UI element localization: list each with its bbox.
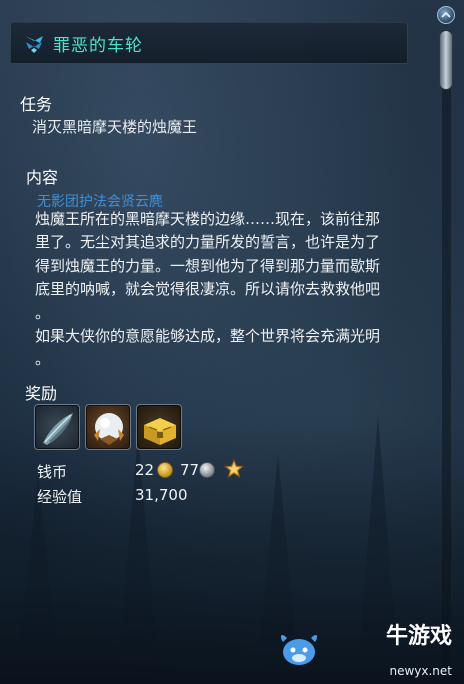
quest-description: 烛魔王所在的黑暗摩天楼的边缘……现在，该前往那 里了。无尘对其追求的力量所发的誓…: [35, 208, 430, 372]
crystal-orb-icon: [94, 413, 124, 445]
scrollbar-track[interactable]: [442, 30, 451, 670]
reward-slot-2[interactable]: [85, 404, 131, 450]
money-silver-value: 77: [180, 461, 200, 479]
task-heading: 任务: [20, 95, 53, 114]
scroll-up-button[interactable]: [437, 6, 455, 24]
quest-title: 罪恶的车轮: [53, 35, 143, 56]
exp-value: 31,700: [135, 486, 188, 504]
quest-emblem-icon: [25, 36, 43, 53]
star-icon: [224, 459, 244, 479]
money-label: 钱币: [37, 463, 68, 481]
rewards-heading: 奖励: [25, 384, 58, 403]
content-heading: 内容: [26, 168, 59, 187]
task-objective: 消灭黑暗摩天楼的烛魔王: [32, 118, 198, 136]
watermark-url: newyx.net: [389, 664, 452, 678]
money-gold-value: 22: [135, 461, 155, 479]
description-line: 里了。无尘对其追求的力量所发的誓言，也许是为了: [35, 233, 381, 252]
chevron-up-icon: [441, 11, 451, 18]
description-line: 。: [35, 350, 51, 369]
reward-slot-3[interactable]: [136, 404, 182, 450]
treasure-chest-icon: [144, 418, 176, 445]
description-line: 烛魔王所在的黑暗摩天楼的边缘……现在，该前往那: [35, 210, 381, 228]
exp-label: 经验值: [37, 488, 83, 506]
description-line: 如果大侠你的意愿能够达成，整个世界将会充满光明: [35, 327, 381, 346]
bull-logo-icon: [281, 635, 318, 665]
scrollbar-thumb[interactable]: [439, 30, 453, 90]
description-line: 得到烛魔王的力量。一想到他为了得到那力量而歇斯: [35, 256, 381, 275]
watermark: 牛游戏 newyx.net: [281, 624, 452, 678]
gold-coin-icon: [157, 462, 173, 478]
quest-title-bar: 罪恶的车轮: [10, 22, 408, 64]
feather-blade-icon: [43, 413, 73, 445]
reward-slot-1[interactable]: [34, 404, 80, 450]
description-line: 。: [35, 303, 51, 322]
silver-coin-icon: [199, 462, 215, 478]
quest-panel: 罪恶的车轮 任务 消灭黑暗摩天楼的烛魔王 内容 无影团护法会贤云麂 烛魔王所在的…: [0, 0, 464, 684]
description-line: 底里的呐喊，就会觉得很凄凉。所以请你去救救他吧: [35, 280, 381, 299]
watermark-brand: 牛游戏: [385, 624, 452, 649]
